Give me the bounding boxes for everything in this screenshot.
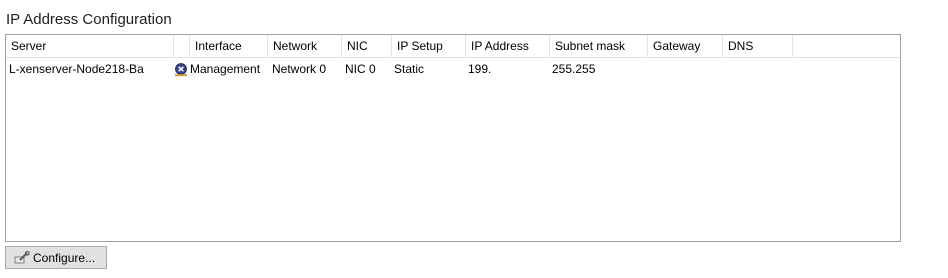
cell-gateway [648,58,723,80]
network-interface-icon [174,62,188,77]
cell-network: Network 0 [272,62,327,76]
interface-label: Management [190,62,261,76]
cell-ip-setup: Static [394,62,425,76]
cell-interface: Management [172,58,268,80]
column-header-subnet-mask[interactable]: Subnet mask [550,35,648,57]
cell-subnet-mask: 255.255 [552,62,596,76]
column-header-nic[interactable]: NIC [342,35,392,57]
cell-server: L-xenserver-Node218-Ba [9,62,144,76]
section-title: IP Address Configuration [6,11,172,28]
configure-wrench-icon [14,250,30,265]
column-header-server[interactable]: Server [6,35,174,57]
column-header-ip-setup[interactable]: IP Setup [392,35,466,57]
table-row[interactable]: L-xenserver-Node218-Ba Management Networ… [6,58,900,80]
column-header-network[interactable]: Network [268,35,342,57]
configure-button[interactable]: Configure... [5,246,107,269]
configure-button-label: Configure... [33,250,96,265]
cell-nic: NIC 0 [345,62,376,76]
ip-config-grid[interactable]: Server Interface Network NIC IP Setup IP… [5,34,901,242]
column-header-dns[interactable]: DNS [723,35,793,57]
cell-dns [723,58,793,80]
cell-ip-address: 199. [468,62,492,76]
column-header-ip-address[interactable]: IP Address [466,35,550,57]
column-header-interface[interactable]: Interface [190,35,268,57]
grid-header: Server Interface Network NIC IP Setup IP… [6,35,900,58]
column-header-blank[interactable] [174,35,190,57]
column-header-gateway[interactable]: Gateway [648,35,723,57]
